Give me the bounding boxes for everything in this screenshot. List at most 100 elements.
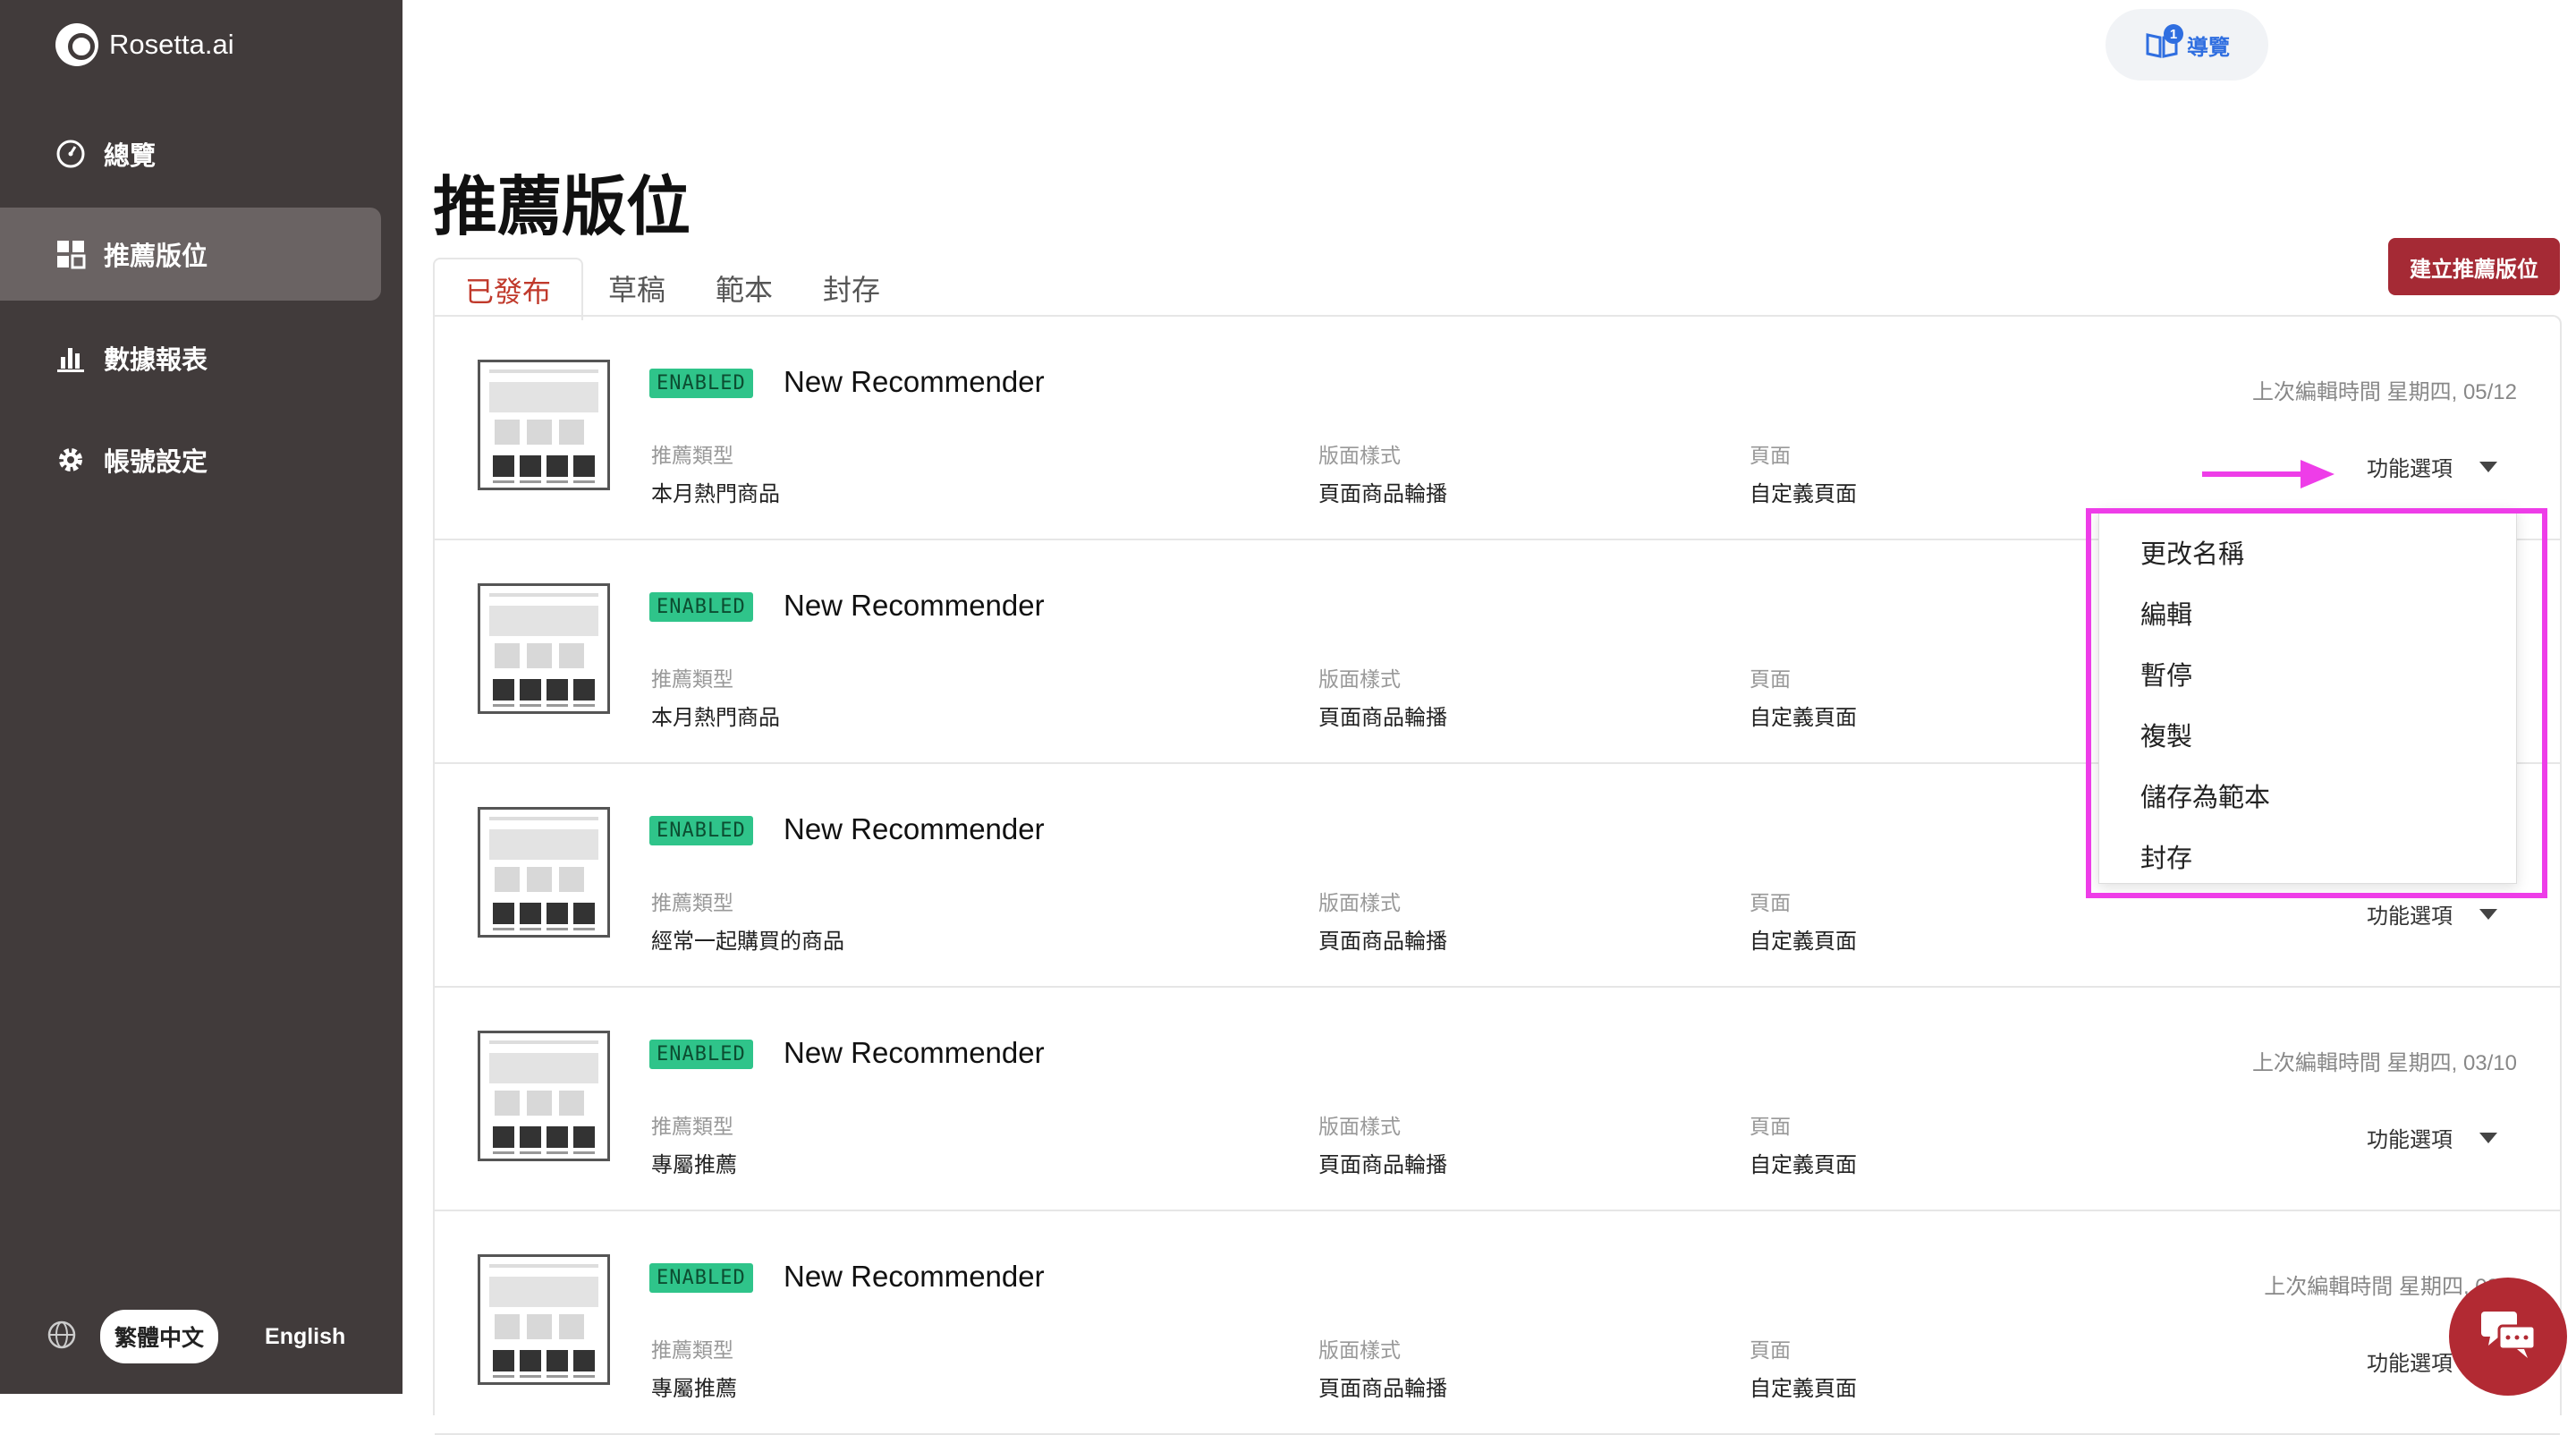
sidebar-item-settings[interactable]: 帳號設定 bbox=[0, 413, 381, 506]
field-value: 本月熱門商品 bbox=[651, 706, 780, 730]
status-badge: ENABLED bbox=[649, 592, 753, 622]
field-label: 版面樣式 bbox=[1318, 891, 1401, 914]
layout-thumbnail bbox=[478, 1254, 610, 1385]
dashboard-icon bbox=[55, 139, 86, 169]
field-label: 版面樣式 bbox=[1318, 444, 1401, 467]
field-type: 推薦類型 本月熱門商品 bbox=[651, 662, 780, 731]
field-layout: 版面樣式 頁面商品輪播 bbox=[1318, 886, 1447, 955]
menu-item-save-template[interactable]: 儲存為範本 bbox=[2099, 765, 2516, 826]
chevron-down-icon bbox=[2479, 461, 2497, 472]
options-menu-button[interactable]: 功能選項 bbox=[2367, 451, 2497, 482]
field-value: 自定義頁面 bbox=[1750, 482, 1857, 506]
field-value: 頁面商品輪播 bbox=[1318, 1153, 1447, 1177]
field-label: 頁面 bbox=[1750, 667, 1791, 691]
language-switcher: 繁體中文 English bbox=[47, 1310, 345, 1363]
field-label: 推薦類型 bbox=[651, 1115, 733, 1138]
annotation-arrow-icon bbox=[2202, 460, 2334, 488]
status-badge: ENABLED bbox=[649, 1263, 753, 1293]
logo-icon bbox=[55, 23, 98, 66]
field-label: 推薦類型 bbox=[651, 891, 733, 914]
layout-thumbnail bbox=[478, 583, 610, 714]
status-badge: ENABLED bbox=[649, 369, 753, 398]
status-badge: ENABLED bbox=[649, 816, 753, 845]
language-option-zh[interactable]: 繁體中文 bbox=[100, 1310, 219, 1363]
field-value: 自定義頁面 bbox=[1750, 1153, 1857, 1177]
field-label: 版面樣式 bbox=[1318, 1338, 1401, 1362]
menu-item-pause[interactable]: 暫停 bbox=[2099, 643, 2516, 704]
tab-drafts[interactable]: 草稿 bbox=[583, 258, 691, 318]
sidebar-item-label: 總覽 bbox=[104, 142, 157, 171]
chat-button[interactable] bbox=[2449, 1278, 2567, 1396]
field-value: 頁面商品輪播 bbox=[1318, 930, 1447, 954]
field-label: 版面樣式 bbox=[1318, 667, 1401, 691]
field-page: 頁面 自定義頁面 bbox=[1750, 662, 1857, 731]
sidebar-item-recommenders[interactable]: 推薦版位 bbox=[0, 208, 381, 301]
menu-item-rename[interactable]: 更改名稱 bbox=[2099, 522, 2516, 582]
recommender-name[interactable]: New Recommender bbox=[784, 812, 1045, 846]
recommender-name[interactable]: New Recommender bbox=[784, 365, 1045, 399]
field-page: 頁面 自定義頁面 bbox=[1750, 1109, 1857, 1178]
recommender-row: ENABLED New Recommender 上次編輯時間 星期四, 03/1… bbox=[435, 1211, 2560, 1435]
grid-icon bbox=[55, 239, 86, 269]
field-value: 頁面商品輪播 bbox=[1318, 1377, 1447, 1401]
recommender-name[interactable]: New Recommender bbox=[784, 589, 1045, 623]
options-menu-button[interactable]: 功能選項 bbox=[2367, 898, 2497, 930]
field-value: 專屬推薦 bbox=[651, 1377, 737, 1401]
options-label: 功能選項 bbox=[2367, 457, 2453, 481]
tab-templates[interactable]: 範本 bbox=[691, 258, 798, 318]
options-label: 功能選項 bbox=[2367, 904, 2453, 929]
guide-button[interactable]: 1 導覽 bbox=[2106, 9, 2268, 81]
field-label: 推薦類型 bbox=[651, 1338, 733, 1362]
layout-thumbnail bbox=[478, 807, 610, 938]
last-edited-time: 上次編輯時間 星期四, 03/10 bbox=[2251, 1051, 2517, 1075]
chevron-down-icon bbox=[2479, 1132, 2497, 1143]
field-value: 頁面商品輪播 bbox=[1318, 706, 1447, 730]
guide-label: 導覽 bbox=[2187, 35, 2230, 60]
tab-bar: 已發布 草稿 範本 封存 bbox=[433, 258, 905, 320]
field-type: 推薦類型 專屬推薦 bbox=[651, 1333, 737, 1402]
gear-icon bbox=[55, 445, 86, 475]
field-label: 頁面 bbox=[1750, 1115, 1791, 1138]
field-page: 頁面 自定義頁面 bbox=[1750, 886, 1857, 955]
field-layout: 版面樣式 頁面商品輪播 bbox=[1318, 438, 1447, 507]
field-type: 推薦類型 專屬推薦 bbox=[651, 1109, 737, 1178]
last-edited-time: 上次編輯時間 星期四, 05/12 bbox=[2251, 380, 2517, 404]
language-option-en[interactable]: English bbox=[265, 1324, 345, 1350]
recommender-row: ENABLED New Recommender 上次編輯時間 星期四, 05/1… bbox=[435, 317, 2560, 540]
field-type: 推薦類型 經常一起購買的商品 bbox=[651, 886, 844, 955]
field-label: 推薦類型 bbox=[651, 667, 733, 691]
recommender-name[interactable]: New Recommender bbox=[784, 1036, 1045, 1070]
sidebar-item-reports[interactable]: 數據報表 bbox=[0, 311, 381, 404]
logo[interactable]: Rosetta.ai bbox=[55, 23, 234, 66]
field-value: 本月熱門商品 bbox=[651, 482, 780, 506]
brand-name: Rosetta.ai bbox=[109, 29, 234, 60]
options-menu-button[interactable]: 功能選項 bbox=[2367, 1122, 2497, 1153]
field-label: 推薦類型 bbox=[651, 444, 733, 467]
field-page: 頁面 自定義頁面 bbox=[1750, 1333, 1857, 1402]
tab-archived[interactable]: 封存 bbox=[798, 258, 905, 318]
layout-thumbnail bbox=[478, 1031, 610, 1161]
field-value: 專屬推薦 bbox=[651, 1153, 737, 1177]
chat-icon bbox=[2479, 1310, 2537, 1364]
field-layout: 版面樣式 頁面商品輪播 bbox=[1318, 1333, 1447, 1402]
sidebar-item-overview[interactable]: 總覽 bbox=[0, 107, 381, 200]
field-value: 頁面商品輪播 bbox=[1318, 482, 1447, 506]
create-recommender-button[interactable]: 建立推薦版位 bbox=[2388, 238, 2560, 295]
options-dropdown-menu: 更改名稱 編輯 暫停 複製 儲存為範本 封存 bbox=[2098, 508, 2517, 884]
sidebar: Rosetta.ai 總覽 推薦版位 數據報表 帳號設定 繁體中文 Englis… bbox=[0, 0, 402, 1394]
recommender-name[interactable]: New Recommender bbox=[784, 1260, 1045, 1294]
chevron-down-icon bbox=[2479, 908, 2497, 920]
tab-published[interactable]: 已發布 bbox=[433, 258, 584, 320]
sidebar-item-label: 推薦版位 bbox=[104, 242, 208, 271]
field-label: 頁面 bbox=[1750, 891, 1791, 914]
menu-item-archive[interactable]: 封存 bbox=[2099, 826, 2516, 887]
field-value: 自定義頁面 bbox=[1750, 706, 1857, 730]
globe-icon bbox=[47, 1320, 77, 1354]
status-badge: ENABLED bbox=[649, 1040, 753, 1069]
field-value: 自定義頁面 bbox=[1750, 930, 1857, 954]
field-label: 頁面 bbox=[1750, 1338, 1791, 1362]
field-layout: 版面樣式 頁面商品輪播 bbox=[1318, 662, 1447, 731]
menu-item-duplicate[interactable]: 複製 bbox=[2099, 704, 2516, 765]
field-label: 版面樣式 bbox=[1318, 1115, 1401, 1138]
menu-item-edit[interactable]: 編輯 bbox=[2099, 582, 2516, 643]
